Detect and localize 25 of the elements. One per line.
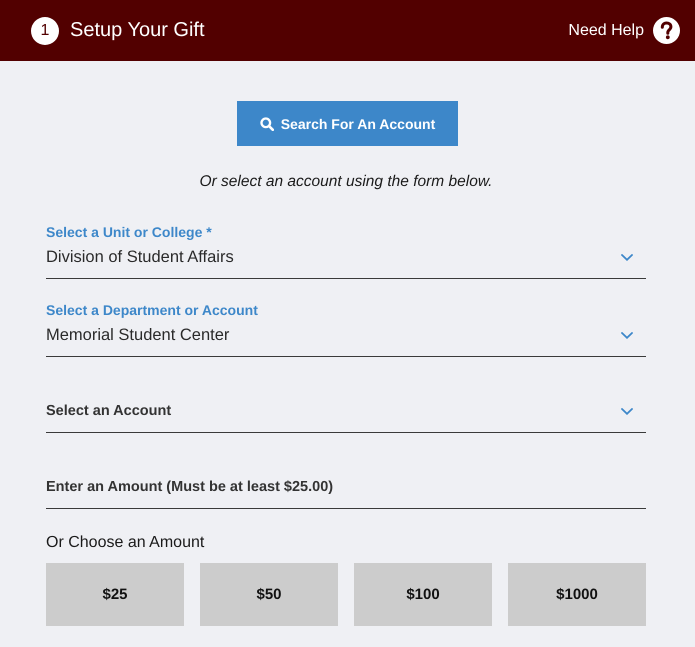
step-number: 1 [31,16,59,44]
chevron-down-icon [621,408,633,414]
field-value: Memorial Student Center [46,325,230,346]
select-field[interactable]: Select a Department or Account Memorial Student Center [46,301,646,357]
page-title: Setup Your Gift [70,19,205,42]
amount-input-field[interactable]: Enter an Amount (Must be at least $25.00) [46,455,646,509]
field-value: Division of Student Affairs [46,247,234,268]
amount-button[interactable]: $25 [46,563,184,626]
search-account-button[interactable]: Search For An Account [237,101,458,146]
chevron-down-icon [621,254,633,260]
select-field[interactable]: Select a Unit or College * Division of Student Affairs [46,223,646,279]
chevron-down-icon [621,332,633,338]
amount-button[interactable]: $100 [354,563,492,626]
amount-button[interactable]: $50 [200,563,338,626]
instructions-text: Or select an account using the form below. [198,172,494,192]
search-icon [260,116,274,130]
help-icon [653,17,680,44]
choose-amount-label: Or Choose an Amount [46,533,204,553]
select-field[interactable]: Select an Account [46,379,646,433]
field-label: Select a Unit or College * [46,223,212,241]
amount-button[interactable]: $1000 [508,563,646,626]
field-label: Enter an Amount (Must be at least $25.00) [46,478,334,497]
need-help-link[interactable]: Need Help [568,17,680,44]
field-label: Select a Department or Account [46,301,258,319]
field-label: Select an Account [46,402,172,421]
